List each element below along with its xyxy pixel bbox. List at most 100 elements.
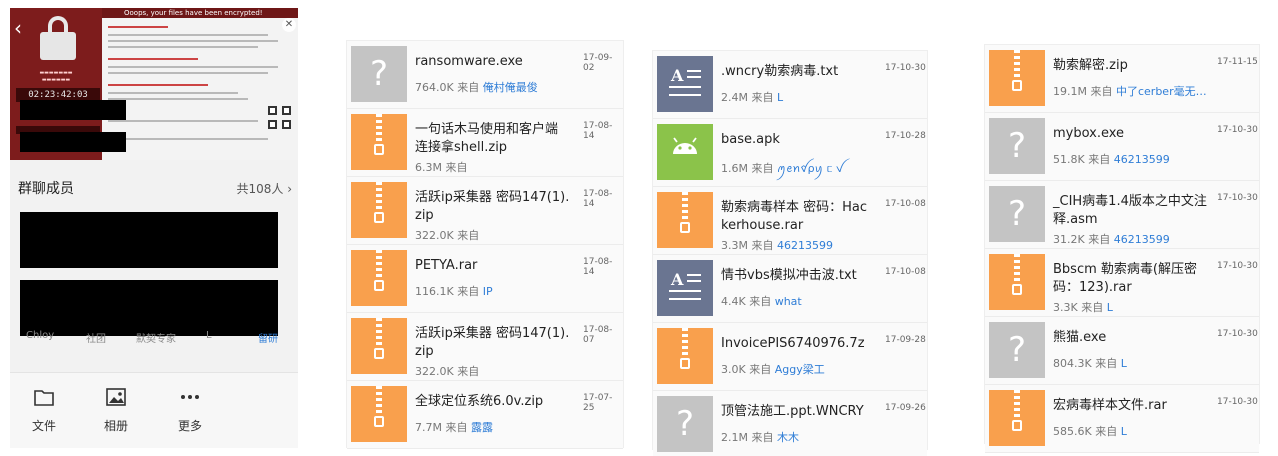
file-name: .wncry勒索病毒.txt xyxy=(721,64,839,79)
file-row[interactable]: 全球定位系统6.0v.zip 17-07-25 7.7M 来自 露露 xyxy=(347,381,623,449)
file-row[interactable]: A 情书vbs模拟冲击波.txt 17-10-08 4.4K 来自 what xyxy=(653,255,927,323)
file-from-label: 来自 xyxy=(1090,85,1113,98)
file-sender[interactable]: what xyxy=(775,295,802,308)
more-button[interactable]: 更多 xyxy=(160,387,220,434)
file-meta: 51.8K 来自 46213599 xyxy=(1053,151,1170,167)
file-sender[interactable]: 46213599 xyxy=(1114,233,1170,246)
zip-file-icon xyxy=(351,182,407,238)
back-arrow-icon[interactable]: ‹ xyxy=(14,18,22,38)
zip-file-icon xyxy=(989,254,1045,310)
file-row[interactable]: 勒索病毒样本 密码：Hac kerhouse.rar 17-10-08 3.3M 来自… xyxy=(653,187,927,255)
file-name: 顶管法施工.ppt.WNCRY xyxy=(721,404,864,419)
file-row[interactable]: Bbscm 勒索病毒(解压密 码：123).rar 17-10-30 3.3K 来自 … xyxy=(985,249,1259,317)
file-date: 17-08-14 xyxy=(583,257,613,277)
file-row[interactable]: PETYA.rar 17-08-14 116.1K 来自 IP xyxy=(347,245,623,313)
file-size: 31.2K xyxy=(1053,233,1085,246)
file-date: 17-08-14 xyxy=(583,189,613,209)
file-meta: 764.0K 来自 俺村俺最俊 xyxy=(415,79,538,95)
file-row[interactable]: 活跃ip采集器 密码147(1). zip 17-08-14 322.0K 来自 xyxy=(347,177,623,245)
file-date: 17-09-26 xyxy=(885,403,926,413)
file-size: 4.4K xyxy=(721,295,746,308)
file-name: 活跃ip采集器 密码147(1). zip xyxy=(415,190,570,223)
file-name: ransomware.exe xyxy=(415,54,523,69)
file-date: 17-10-30 xyxy=(1217,125,1258,135)
files-button[interactable]: 文件 xyxy=(14,387,74,434)
unknown-file-icon: ? xyxy=(351,46,407,102)
file-name: PETYA.rar xyxy=(415,258,478,273)
file-row[interactable]: 一句话木马使用和客户端 连接拿shell.zip 17-08-14 6.3M 来自 xyxy=(347,109,623,177)
text-file-icon: A xyxy=(657,56,713,112)
file-size: 3.0K xyxy=(721,363,746,376)
file-date: 17-10-30 xyxy=(1217,329,1258,339)
file-sender[interactable]: 中了cerber毫无… xyxy=(1116,85,1207,98)
file-row[interactable]: A .wncry勒索病毒.txt 17-10-30 2.4M 来自 L xyxy=(653,51,927,119)
file-sender[interactable]: 露露 xyxy=(471,421,493,434)
file-from-label: 来自 xyxy=(445,161,468,174)
folder-icon xyxy=(34,390,54,406)
file-sender[interactable]: 俺村俺最俊 xyxy=(483,81,538,94)
file-row[interactable]: ? _CIH病毒1.4版本之中文注 释.asm 17-10-30 31.2K 来自 46… xyxy=(985,181,1259,249)
file-sender[interactable]: L xyxy=(1107,301,1113,314)
file-sender[interactable]: 46213599 xyxy=(777,239,833,252)
group-chat-panel: ▬▬▬▬▬▬▬ ▬▬▬▬▬▬ 02:23:42:03 Ooops, your fi… xyxy=(10,8,298,448)
file-row[interactable]: 宏病毒样本文件.rar 17-10-30 585.6K 来自 L xyxy=(985,385,1259,453)
file-date: 17-10-30 xyxy=(1217,397,1258,407)
file-sender[interactable]: Aggy梁工 xyxy=(775,363,825,376)
group-members-count[interactable]: 共108人 › xyxy=(236,180,292,197)
file-meta: 322.0K 来自 xyxy=(415,363,479,379)
file-name: 熊猫.exe xyxy=(1053,330,1107,345)
album-button[interactable]: 相册 xyxy=(86,387,146,434)
text-file-icon: A xyxy=(657,260,713,316)
file-from-label: 来自 xyxy=(751,239,774,252)
file-meta: 116.1K 来自 IP xyxy=(415,283,493,299)
file-sender[interactable]: 木木 xyxy=(777,431,799,444)
file-sender[interactable]: L xyxy=(1121,425,1127,438)
file-meta: 3.3K 来自 L xyxy=(1053,299,1113,315)
redaction-box xyxy=(20,280,278,336)
file-row[interactable]: 活跃ip采集器 密码147(1). zip 17-08-07 322.0K 来自 xyxy=(347,313,623,381)
file-sender[interactable]: 46213599 xyxy=(1114,153,1170,166)
file-row[interactable]: ? mybox.exe 17-10-30 51.8K 来自 46213599 xyxy=(985,113,1259,181)
file-sender[interactable]: ꪑꫀꪀꪤρꪗ ᥴ ꪜ xyxy=(777,162,843,175)
photo-album-icon xyxy=(106,388,126,406)
zip-file-icon xyxy=(657,328,713,384)
file-size: 2.1M xyxy=(721,431,748,444)
file-row[interactable]: ? 顶管法施工.ppt.WNCRY 17-09-26 2.1M 来自 木木 xyxy=(653,391,927,456)
file-date: 17-10-08 xyxy=(885,199,926,209)
file-date: 17-09-28 xyxy=(885,335,926,345)
zip-file-icon xyxy=(351,114,407,170)
file-row[interactable]: ? ransomware.exe 17-09-02 764.0K 来自 俺村俺最俊 xyxy=(347,41,623,109)
file-date: 17-10-08 xyxy=(885,267,926,277)
file-row[interactable]: 勒索解密.zip 17-11-15 19.1M 来自 中了cerber毫无… xyxy=(985,45,1259,113)
group-members-header[interactable]: 群聊成员 共108人 › xyxy=(10,174,298,200)
zip-file-icon xyxy=(657,192,713,248)
file-date: 17-10-30 xyxy=(1217,261,1258,271)
file-row[interactable]: ? 熊猫.exe 17-10-30 804.3K 来自 L xyxy=(985,317,1259,385)
file-meta: 3.0K 来自 Aggy梁工 xyxy=(721,361,825,377)
file-from-label: 来自 xyxy=(751,162,774,175)
zip-file-icon xyxy=(989,390,1045,446)
file-sender[interactable]: L xyxy=(1121,357,1127,370)
file-row[interactable]: InvoicePIS6740976.7z 17-09-28 3.0K 来自 Aggy… xyxy=(653,323,927,391)
file-meta: 2.4M 来自 L xyxy=(721,89,783,105)
ransom-text-line xyxy=(108,98,248,100)
ransom-window-title: Ooops, your files have been encrypted! xyxy=(102,8,298,18)
file-sender[interactable]: L xyxy=(777,91,783,104)
qr-icon xyxy=(282,106,291,115)
file-from-label: 来自 xyxy=(457,365,480,378)
file-size: 804.3K xyxy=(1053,357,1092,370)
ransom-text-line xyxy=(108,92,238,94)
file-sender[interactable]: IP xyxy=(483,285,493,298)
file-list-1: ? ransomware.exe 17-09-02 764.0K 来自 俺村俺最俊 一句… xyxy=(346,40,624,449)
more-label: 更多 xyxy=(177,419,202,433)
file-date: 17-10-30 xyxy=(1217,193,1258,203)
file-from-label: 来自 xyxy=(751,431,774,444)
file-size: 7.7M xyxy=(415,421,442,434)
close-icon[interactable]: ✕ xyxy=(282,18,296,32)
file-name: _CIH病毒1.4版本之中文注 释.asm xyxy=(1053,194,1207,227)
file-row[interactable]: base.apk 17-10-28 1.6M 来自 ꪑꫀꪀꪤρꪗ ᥴ ꪜ xyxy=(653,119,927,187)
ransom-text-line xyxy=(108,34,268,36)
avatar-name: 社团 xyxy=(86,334,106,345)
file-from-label: 来自 xyxy=(751,91,774,104)
file-from-label: 来自 xyxy=(457,81,480,94)
